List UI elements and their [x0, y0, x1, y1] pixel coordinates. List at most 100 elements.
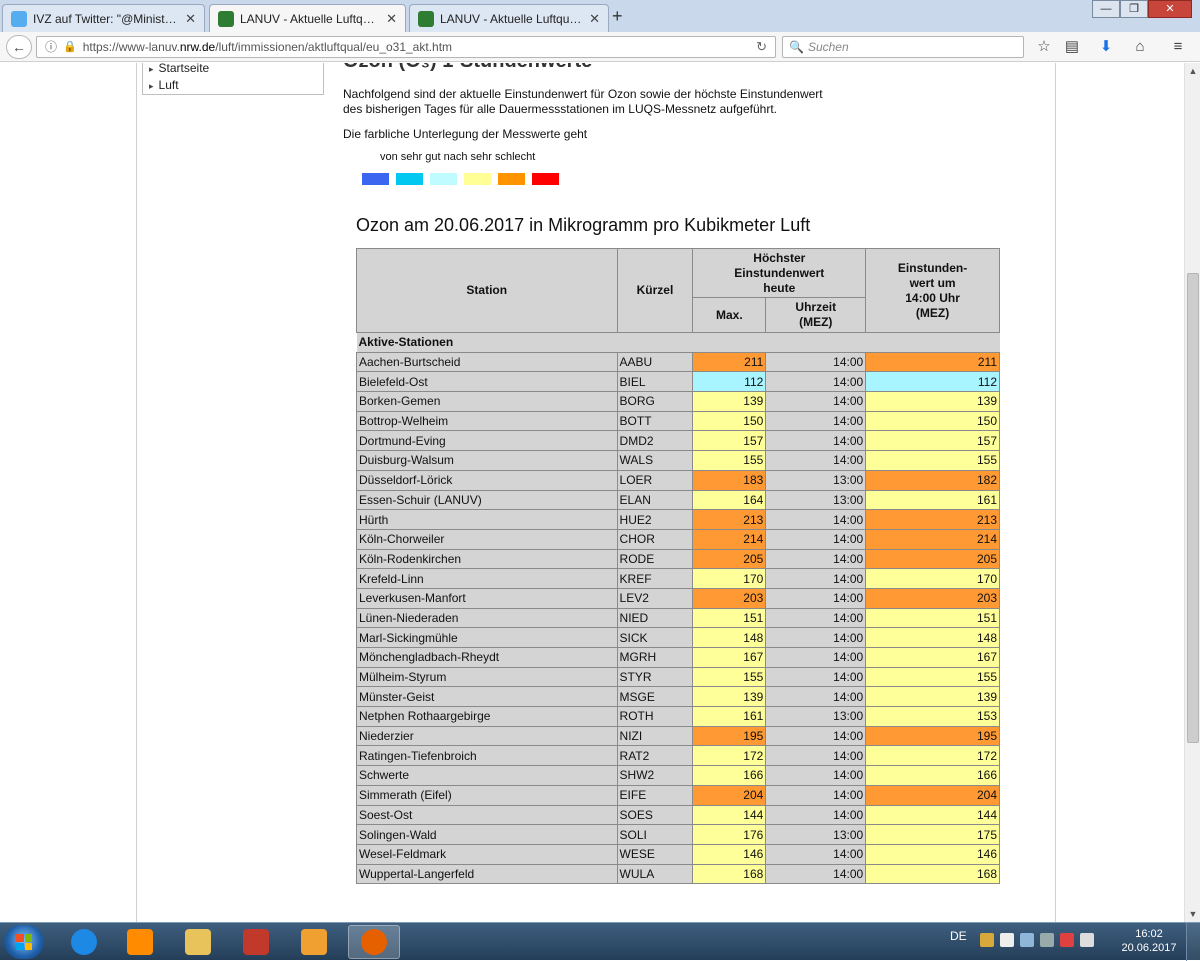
- table-row: Niederzier NIZI 195 14:00 195: [356, 725, 1000, 747]
- time-cell: 14:00: [765, 686, 867, 708]
- current-cell: 155: [865, 450, 1000, 471]
- current-cell: 139: [865, 686, 1000, 708]
- back-button[interactable]: ←: [6, 35, 32, 59]
- current-cell: 211: [865, 351, 1000, 373]
- url-bar[interactable]: ⓘ 🔒 https://www-lanuv.nrw.de/luft/immiss…: [36, 36, 776, 58]
- vertical-scrollbar[interactable]: ▲ ▼: [1184, 63, 1200, 922]
- table-row: Mülheim-Styrum STYR 155 14:00 155: [356, 666, 1000, 688]
- tray-network-icon[interactable]: [1040, 933, 1054, 947]
- scrollbar-thumb[interactable]: [1187, 273, 1199, 743]
- time-cell: 14:00: [765, 587, 867, 609]
- max-cell: 148: [692, 627, 767, 648]
- header-line: 14:00 Uhr: [905, 290, 960, 305]
- time-cell: 14:00: [765, 843, 867, 865]
- max-cell: 168: [692, 863, 767, 885]
- page-title: Ozon (O₃) 1-Stundenwerte: [343, 63, 592, 73]
- tab-title: LANUV - Aktuelle Luftqualität - O: [240, 12, 380, 26]
- reading-list-icon[interactable]: ▤: [1062, 38, 1082, 56]
- browser-tab[interactable]: IVZ auf Twitter: "@Minister_R ✕: [2, 4, 205, 32]
- station-cell: Bottrop-Welheim: [356, 410, 618, 432]
- close-window-icon[interactable]: ✕: [1148, 0, 1192, 18]
- section-label: Aktive-Stationen: [356, 332, 1000, 353]
- search-input[interactable]: 🔍 Suchen: [782, 36, 1024, 58]
- media-player-icon: [127, 929, 153, 955]
- current-cell: 112: [865, 371, 1000, 393]
- color-swatch: [362, 173, 389, 185]
- current-cell: 182: [865, 469, 1000, 491]
- table-row: Aachen-Burtscheid AABU 211 14:00 211: [356, 351, 1000, 373]
- max-cell: 139: [692, 686, 767, 708]
- tray-app-icon[interactable]: [980, 933, 994, 947]
- table-row: Lünen-Niederaden NIED 151 14:00 151: [356, 607, 1000, 629]
- taskbar-app-button[interactable]: [58, 925, 110, 959]
- sidebar-item-startseite[interactable]: Startseite: [143, 63, 323, 77]
- taskbar-app-button[interactable]: [230, 925, 282, 959]
- close-tab-icon[interactable]: ✕: [589, 11, 600, 27]
- explorer-icon: [185, 929, 211, 955]
- header-hoechster: Höchster Einstundenwert heute: [692, 248, 867, 298]
- tray-flag-icon[interactable]: [1020, 933, 1034, 947]
- code-cell: HUE2: [616, 509, 694, 530]
- bookmark-star-icon[interactable]: ☆: [1034, 38, 1054, 56]
- tray-notify-icon[interactable]: [1060, 933, 1074, 947]
- scroll-up-icon[interactable]: ▲: [1185, 63, 1200, 79]
- max-cell: 167: [692, 647, 767, 668]
- code-cell: LEV2: [616, 587, 694, 609]
- station-cell: Mönchengladbach-Rheydt: [356, 647, 618, 668]
- max-cell: 205: [692, 548, 767, 570]
- taskbar-app-button[interactable]: [288, 925, 340, 959]
- color-swatch: [464, 173, 491, 185]
- browser-tab[interactable]: LANUV - Aktuelle Luftqualität - O ✕: [409, 4, 609, 32]
- code-cell: WALS: [616, 450, 694, 471]
- taskbar: DE 16:02 20.06.2017: [0, 922, 1200, 961]
- table-row: Münster-Geist MSGE 139 14:00 139: [356, 686, 1000, 708]
- code-cell: ELAN: [616, 489, 694, 511]
- table-row: Krefeld-Linn KREF 170 14:00 170: [356, 568, 1000, 589]
- station-cell: Düsseldorf-Lörick: [356, 469, 618, 491]
- taskbar-app-button[interactable]: [114, 925, 166, 959]
- station-cell: Essen-Schuir (LANUV): [356, 489, 618, 511]
- table-row: Soest-Ost SOES 144 14:00 144: [356, 804, 1000, 826]
- clock[interactable]: 16:02 20.06.2017: [1118, 927, 1180, 955]
- browser-tab[interactable]: LANUV - Aktuelle Luftqualität - O ✕: [209, 4, 406, 33]
- tray-shield-icon[interactable]: [1000, 933, 1014, 947]
- language-indicator[interactable]: DE: [950, 929, 967, 943]
- show-desktop-button[interactable]: [1186, 923, 1200, 961]
- time-cell: 14:00: [765, 627, 867, 648]
- time-cell: 14:00: [765, 450, 867, 471]
- current-cell: 151: [865, 607, 1000, 629]
- code-cell: RAT2: [616, 745, 694, 767]
- windows-logo-icon: [16, 934, 32, 950]
- system-tray: [980, 933, 1094, 947]
- maximize-icon[interactable]: ❐: [1120, 0, 1148, 18]
- new-tab-button[interactable]: +: [612, 6, 623, 27]
- current-cell: 205: [865, 548, 1000, 570]
- max-cell: 170: [692, 568, 767, 589]
- scroll-down-icon[interactable]: ▼: [1185, 906, 1200, 922]
- minimize-icon[interactable]: —: [1092, 0, 1120, 18]
- taskbar-app-button[interactable]: [348, 925, 400, 959]
- start-button[interactable]: [4, 925, 44, 959]
- code-cell: WESE: [616, 843, 694, 865]
- max-cell: 112: [692, 371, 767, 393]
- home-icon[interactable]: ⌂: [1130, 38, 1150, 56]
- table-row: Borken-Gemen BORG 139 14:00 139: [356, 391, 1000, 412]
- current-cell: 153: [865, 706, 1000, 727]
- menu-icon[interactable]: ≡: [1168, 38, 1188, 56]
- time-cell: 14:00: [765, 647, 867, 668]
- tab-title: IVZ auf Twitter: "@Minister_R: [33, 11, 180, 26]
- time-cell: 14:00: [765, 666, 867, 688]
- station-cell: Köln-Chorweiler: [356, 528, 618, 550]
- close-tab-icon[interactable]: ✕: [386, 11, 397, 27]
- volume-icon[interactable]: [1080, 933, 1094, 947]
- header-line: (MEZ): [799, 315, 833, 329]
- download-icon[interactable]: ⬇: [1096, 38, 1116, 56]
- info-icon[interactable]: ⓘ: [45, 37, 57, 57]
- close-tab-icon[interactable]: ✕: [185, 11, 196, 27]
- table-row: Duisburg-Walsum WALS 155 14:00 155: [356, 450, 1000, 471]
- table-row: Netphen Rothaargebirge ROTH 161 13:00 153: [356, 706, 1000, 727]
- code-cell: BORG: [616, 391, 694, 412]
- taskbar-app-button[interactable]: [172, 925, 224, 959]
- sidebar-item-luft[interactable]: Luft: [143, 77, 323, 94]
- reload-icon[interactable]: ↻: [756, 37, 767, 57]
